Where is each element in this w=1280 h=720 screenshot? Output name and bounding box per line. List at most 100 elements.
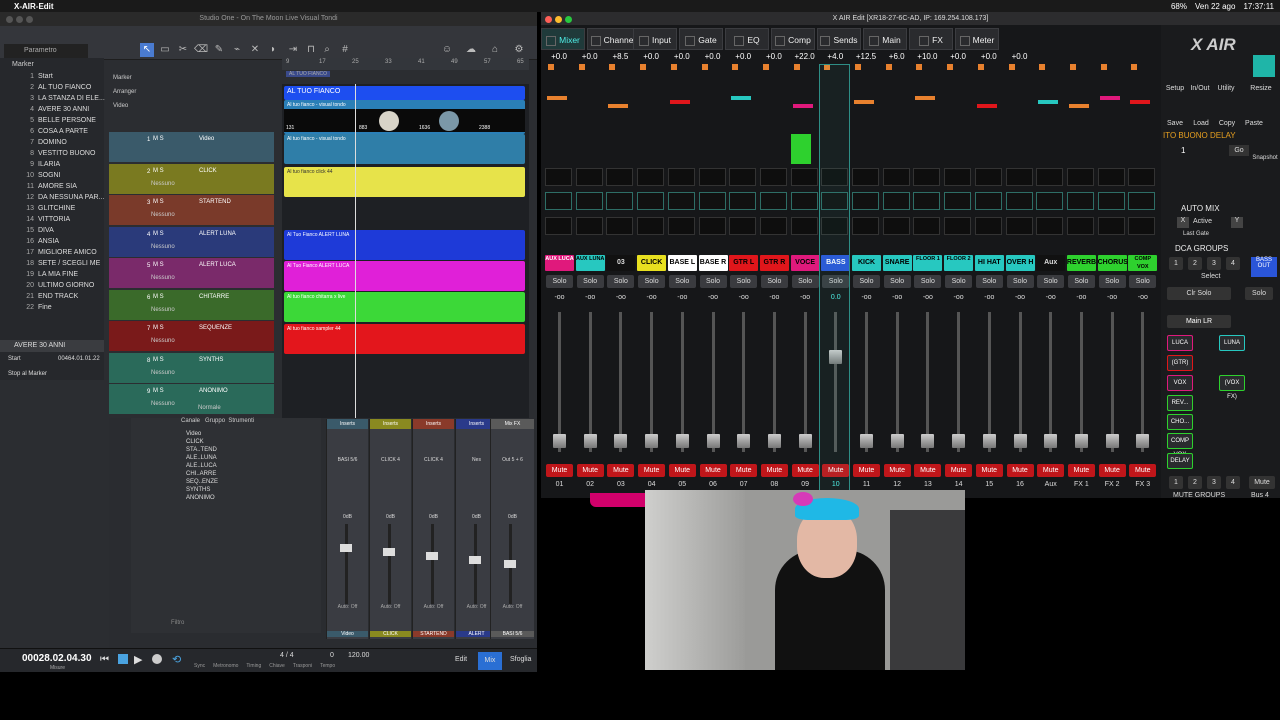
mute-button[interactable]: Mute — [945, 464, 973, 477]
close-button[interactable] — [6, 16, 13, 23]
track-name[interactable]: CHITARRE — [199, 294, 229, 300]
user-icon[interactable]: ☺ — [440, 43, 454, 57]
settings-icon[interactable]: ⚙ — [512, 43, 526, 57]
channel-name[interactable]: SNARE — [882, 255, 912, 271]
solo-button[interactable]: Solo — [1067, 275, 1095, 288]
marker-item[interactable]: 14 VITTORIA — [0, 214, 104, 225]
channel-name[interactable]: CLICK — [637, 255, 667, 271]
time-signature[interactable]: 4 / 4 — [280, 652, 294, 659]
mute-solo-buttons[interactable]: M S — [153, 199, 164, 205]
fader-track[interactable] — [680, 312, 684, 452]
chitarre-clip[interactable]: Al tuo fianco chitarra x live — [284, 292, 525, 322]
marker-item[interactable]: 19 LA MIA FINE — [0, 269, 104, 280]
zoom-icon[interactable]: ⌕ — [320, 43, 334, 57]
eq-graph[interactable] — [852, 192, 879, 210]
minimize-button[interactable] — [16, 16, 23, 23]
strip-fader-track[interactable] — [474, 524, 477, 604]
fader-track[interactable] — [1110, 312, 1114, 452]
comp-graph[interactable] — [1005, 217, 1033, 235]
strip-fader-track[interactable] — [431, 524, 434, 604]
gate-graph[interactable] — [545, 168, 572, 186]
comp-graph[interactable] — [1066, 217, 1094, 235]
solo-button[interactable]: Solo — [607, 275, 635, 288]
select-button[interactable]: (GTR) — [1167, 355, 1193, 371]
solo-button[interactable]: Solo — [576, 275, 604, 288]
solo-button[interactable]: Solo — [883, 275, 911, 288]
bend-tool-icon[interactable]: ⌁ — [230, 43, 244, 57]
grid-icon[interactable]: # — [338, 43, 352, 57]
arrow-tool-icon[interactable]: ↖ — [140, 43, 154, 57]
marker-item[interactable]: 18 SETE / SCEGLI ME — [0, 258, 104, 269]
console-channel-item[interactable]: STA..TEND — [131, 446, 321, 454]
mute-button[interactable]: Mute — [668, 464, 696, 477]
channel-gain[interactable]: +0.0 — [728, 52, 758, 61]
filter-input[interactable]: Filtro — [171, 620, 184, 626]
channel-gain[interactable]: +0.0 — [759, 52, 789, 61]
dca-button[interactable]: 4 — [1226, 257, 1240, 270]
eq-graph[interactable] — [1005, 192, 1033, 210]
mute-solo-buttons[interactable]: M S — [153, 388, 164, 394]
fader-track[interactable] — [1018, 312, 1022, 452]
track-input[interactable]: Nessuno — [151, 181, 175, 187]
gate-graph[interactable] — [882, 168, 910, 186]
mute-button[interactable]: Mute — [1129, 464, 1157, 477]
console-channel-item[interactable]: SYNTHS — [131, 486, 321, 494]
mute-button[interactable]: Mute — [1006, 464, 1034, 477]
mute-solo-buttons[interactable]: M S — [153, 262, 164, 268]
channel-gain[interactable]: +0.0 — [575, 52, 605, 61]
solo-button[interactable]: Solo — [1098, 275, 1126, 288]
mute-button[interactable]: Mute — [1067, 464, 1095, 477]
automix-active[interactable]: Active — [1193, 218, 1212, 225]
record-button[interactable] — [152, 654, 162, 664]
quantize-icon[interactable]: ⊓ — [304, 43, 318, 57]
split-tool-icon[interactable]: ✂ — [176, 43, 190, 57]
ruler-marker-tag[interactable]: AL TUO FIANCO — [286, 71, 331, 77]
fader-cap[interactable] — [737, 434, 751, 448]
strip-input[interactable]: BASI 5/6 — [327, 457, 368, 463]
mute-solo-buttons[interactable]: M S — [153, 357, 164, 363]
track-header[interactable]: 5M S ALERT LUCA Nessuno — [109, 258, 274, 288]
arranger-clip[interactable]: AL TUO FIANCO — [284, 86, 525, 100]
bus-mute-button[interactable]: Mute — [1249, 476, 1275, 489]
fader-track[interactable] — [895, 312, 899, 452]
tab-gruppo[interactable]: Gruppo — [205, 418, 225, 424]
track-input[interactable]: Nessuno — [151, 338, 175, 344]
channel-name[interactable]: HI HAT — [974, 255, 1004, 271]
range-tool-icon[interactable]: ▭ — [158, 43, 172, 57]
fader-cap[interactable] — [767, 434, 781, 448]
eq-graph[interactable] — [759, 192, 787, 210]
channel-name[interactable]: FLOOR 1 — [913, 255, 943, 271]
gate-graph[interactable] — [1097, 168, 1125, 186]
comp-graph[interactable] — [1036, 217, 1064, 235]
main-lr-label[interactable]: Main LR — [1167, 315, 1231, 328]
timeline-ruler[interactable]: 9 17 25 33 41 49 57 65 AL TUO FIANCO — [282, 58, 529, 77]
solo-button[interactable]: Solo — [975, 275, 1003, 288]
channel-name[interactable]: BASE L — [667, 255, 697, 271]
marker-item[interactable]: 22 Fine — [0, 302, 104, 313]
channel-gain[interactable]: +0.0 — [544, 52, 574, 61]
gate-graph[interactable] — [606, 168, 634, 186]
mute-solo-buttons[interactable]: M S — [153, 136, 164, 142]
alert-luna-clip[interactable]: Al Tuo Fianco ALERT LUNA — [284, 230, 525, 260]
fader-cap[interactable] — [553, 434, 566, 448]
gate-graph[interactable] — [667, 168, 695, 186]
app-name[interactable]: X-AIR-Edit — [14, 2, 54, 11]
mute-button[interactable]: Mute — [914, 464, 942, 477]
mute-button[interactable]: Mute — [791, 464, 819, 477]
solo-button[interactable]: Solo — [1006, 275, 1034, 288]
fader-track[interactable] — [742, 312, 746, 452]
fader-cap[interactable] — [1013, 434, 1027, 448]
marker-item[interactable]: 12 DA NESSUNA PAR... — [0, 192, 104, 203]
fader-track[interactable] — [803, 312, 807, 452]
strip-fader-track[interactable] — [388, 524, 391, 604]
mute-button[interactable]: Mute — [607, 464, 635, 477]
fader-cap[interactable] — [982, 434, 996, 448]
gate-graph[interactable] — [944, 168, 972, 186]
strip-fader-track[interactable] — [345, 524, 348, 604]
comp-graph[interactable] — [606, 217, 634, 235]
channel-gain[interactable]: +4.0 — [820, 52, 850, 61]
mute-button[interactable]: Mute — [730, 464, 758, 477]
comp-graph[interactable] — [1128, 217, 1156, 235]
marker-item[interactable]: 8 VESTITO BUONO — [0, 148, 104, 159]
fader-track[interactable] — [711, 312, 715, 452]
